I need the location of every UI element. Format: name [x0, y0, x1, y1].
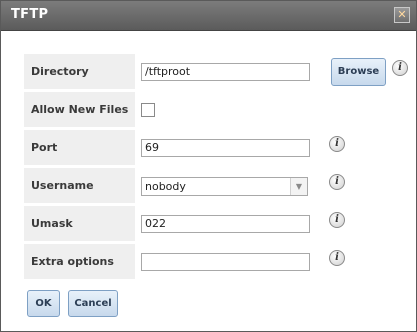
username-label: Username — [31, 179, 94, 192]
username-select[interactable]: nobody ▼ — [141, 177, 308, 196]
cancel-button[interactable]: Cancel — [68, 290, 118, 317]
browse-button[interactable]: Browse — [331, 58, 386, 86]
extra-options-input[interactable] — [141, 253, 310, 271]
extra-options-label-cell: Extra options — [24, 244, 135, 279]
tftp-dialog: TFTP ✕ Directory /tftproot Browse i Allo… — [0, 0, 417, 332]
ok-button[interactable]: OK — [27, 290, 60, 317]
umask-info-icon[interactable]: i — [329, 212, 345, 228]
directory-label: Directory — [31, 65, 89, 78]
extra-options-info-icon[interactable]: i — [329, 250, 345, 266]
directory-info-icon[interactable]: i — [392, 60, 408, 76]
directory-label-cell: Directory — [24, 54, 135, 89]
directory-input[interactable]: /tftproot — [141, 63, 310, 81]
port-label-cell: Port — [24, 130, 135, 165]
username-label-cell: Username — [24, 168, 135, 203]
username-info-icon[interactable]: i — [329, 174, 345, 190]
port-info-icon[interactable]: i — [329, 136, 345, 152]
username-selected-value: nobody — [145, 180, 186, 193]
port-label: Port — [31, 141, 58, 154]
umask-field-cell: 022 — [135, 206, 316, 241]
umask-label: Umask — [31, 217, 73, 230]
extra-options-label: Extra options — [31, 255, 114, 268]
username-field-cell: nobody ▼ — [135, 168, 316, 203]
chevron-down-icon[interactable]: ▼ — [290, 178, 307, 195]
umask-input[interactable]: 022 — [141, 215, 310, 233]
umask-label-cell: Umask — [24, 206, 135, 241]
directory-field-cell: /tftproot — [135, 54, 316, 89]
extra-options-field-cell — [135, 244, 316, 279]
close-button[interactable]: ✕ — [394, 7, 410, 23]
titlebar: TFTP ✕ — [1, 1, 416, 31]
allow-new-files-label: Allow New Files — [31, 103, 129, 116]
allow-new-files-field-cell — [135, 92, 316, 127]
allow-new-files-label-cell: Allow New Files — [24, 92, 135, 127]
dialog-title: TFTP — [11, 7, 49, 22]
port-input[interactable]: 69 — [141, 139, 310, 157]
allow-new-files-checkbox[interactable] — [141, 103, 155, 117]
port-field-cell: 69 — [135, 130, 316, 165]
